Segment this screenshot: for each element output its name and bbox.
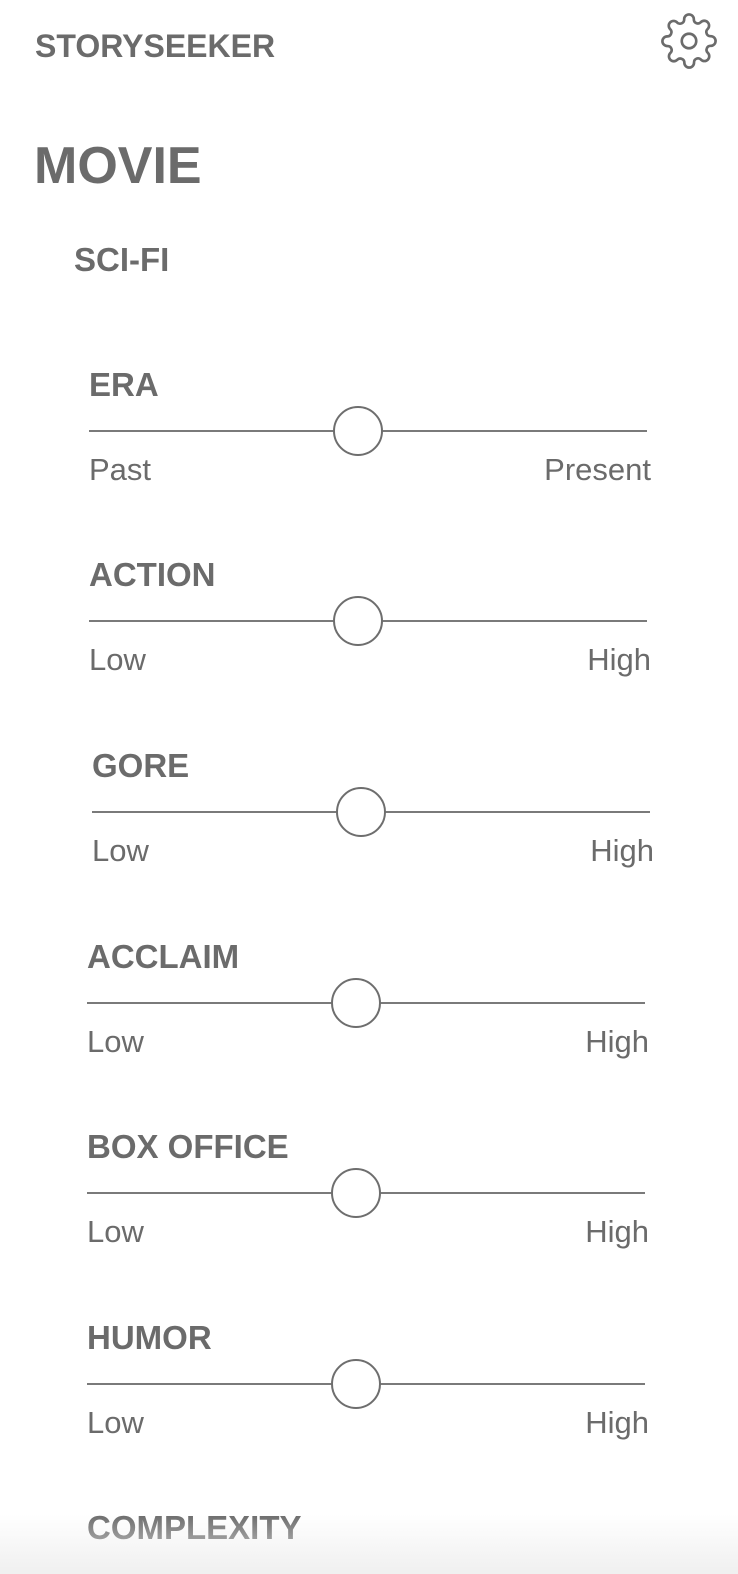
slider-label: GORE <box>92 747 190 784</box>
genre-title[interactable]: SCI-FI <box>74 241 169 279</box>
media-type-title: MOVIE <box>34 137 202 195</box>
slider-complexity: COMPLEXITY <box>87 1509 657 1569</box>
slider-max-label: High <box>585 1214 649 1249</box>
slider-max-label: High <box>587 642 651 677</box>
settings-button[interactable] <box>660 12 718 70</box>
slider-track[interactable] <box>87 978 645 1028</box>
slider-acclaim: ACCLAIM Low High <box>87 938 657 1098</box>
slider-max-label: High <box>590 833 654 868</box>
slider-action: ACTION Low High <box>89 556 659 716</box>
slider-max-label: High <box>585 1405 649 1440</box>
slider-track[interactable] <box>87 1359 645 1409</box>
slider-thumb[interactable] <box>330 1359 381 1409</box>
slider-label: ACTION <box>89 556 216 593</box>
slider-era: ERA Past Present <box>89 366 659 526</box>
slider-thumb[interactable] <box>335 787 386 837</box>
slider-label: ERA <box>89 366 159 403</box>
slider-label: HUMOR <box>87 1319 212 1356</box>
slider-label: BOX OFFICE <box>87 1128 289 1165</box>
slider-track[interactable] <box>89 406 647 456</box>
slider-box-office: BOX OFFICE Low High <box>87 1128 657 1288</box>
slider-humor: HUMOR Low High <box>87 1319 657 1479</box>
slider-thumb[interactable] <box>332 596 383 646</box>
slider-min-label: Low <box>87 1405 144 1440</box>
slider-max-label: Present <box>544 452 651 487</box>
slider-gore: GORE Low High <box>92 747 662 907</box>
slider-track[interactable] <box>89 596 647 646</box>
slider-min-label: Low <box>87 1024 144 1059</box>
gear-icon <box>661 13 717 69</box>
slider-min-label: Low <box>87 1214 144 1249</box>
slider-thumb[interactable] <box>330 1168 381 1218</box>
slider-thumb[interactable] <box>330 978 381 1028</box>
slider-track[interactable] <box>92 787 650 837</box>
slider-label: COMPLEXITY <box>87 1509 302 1546</box>
slider-min-label: Low <box>89 642 146 677</box>
slider-track[interactable] <box>87 1168 645 1218</box>
slider-min-label: Past <box>89 452 152 487</box>
slider-thumb[interactable] <box>332 406 383 456</box>
slider-max-label: High <box>585 1024 649 1059</box>
slider-label: ACCLAIM <box>87 938 240 975</box>
slider-min-label: Low <box>92 833 149 868</box>
app-title: STORYSEEKER <box>35 28 276 64</box>
